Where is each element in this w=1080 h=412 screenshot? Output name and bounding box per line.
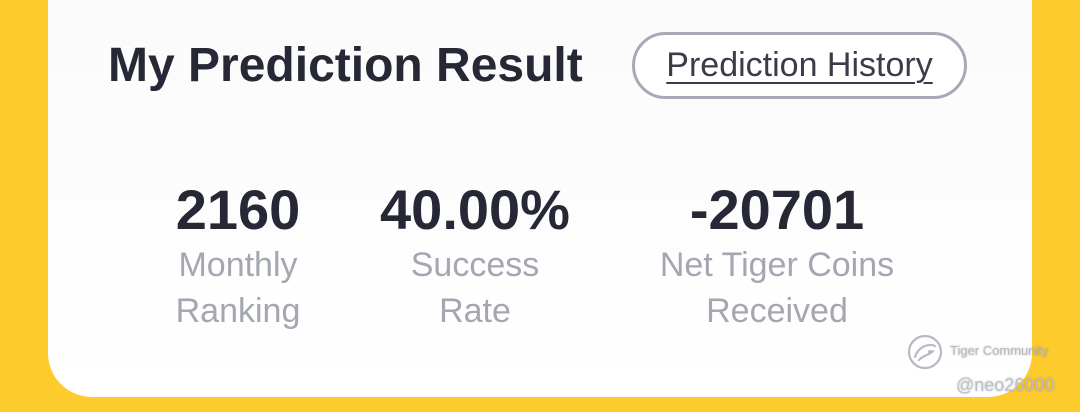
stat-monthly-ranking: 2160 Monthly Ranking [138, 178, 338, 334]
stat-label-line: Monthly [178, 246, 298, 284]
tiger-community-logo-icon [907, 334, 943, 370]
stat-label: Monthly Ranking [138, 242, 338, 334]
stat-label: Success Rate [355, 242, 595, 334]
stat-success-rate: 40.00% Success Rate [355, 178, 595, 334]
stat-label-line: Received [706, 292, 848, 330]
watermark: Tiger Community @neo26000 [904, 333, 1074, 403]
prediction-history-button[interactable]: Prediction History [632, 32, 967, 99]
stat-net-tiger-coins: -20701 Net Tiger Coins Received [632, 178, 922, 334]
stat-value: 2160 [175, 178, 301, 241]
watermark-brand: Tiger Community [950, 343, 1049, 358]
stat-label-line: Net Tiger Coins [659, 246, 895, 284]
watermark-user: @neo26000 [956, 375, 1055, 395]
stat-label: Net Tiger Coins Received [632, 242, 922, 334]
page-title: My Prediction Result [108, 39, 583, 92]
stat-label-line: Ranking [175, 292, 301, 330]
stat-label-line: Rate [439, 292, 511, 330]
stat-value: -20701 [689, 178, 865, 241]
stat-label-line: Success [410, 246, 540, 284]
stat-value: 40.00% [380, 178, 570, 241]
